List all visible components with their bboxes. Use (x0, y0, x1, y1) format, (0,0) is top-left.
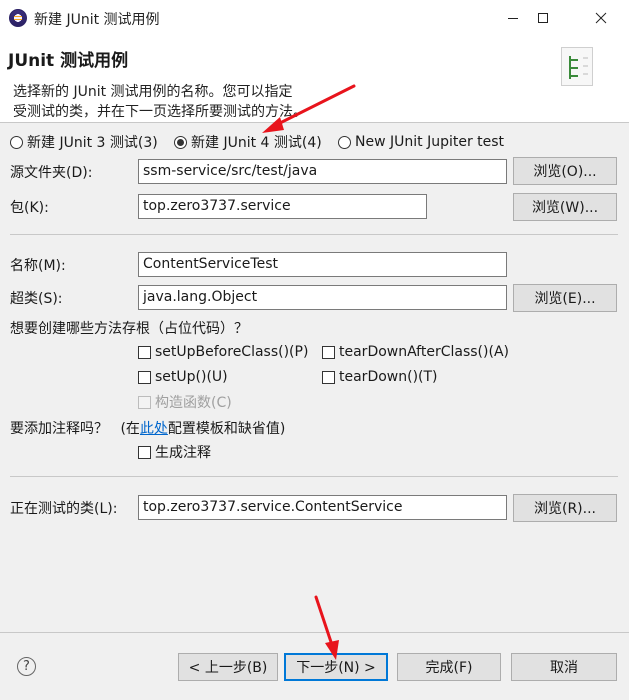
teardownafterclass-option[interactable]: tearDownAfterClass()(A) (322, 342, 509, 362)
class-under-test-input[interactable]: top.zero3737.service.ContentService (138, 495, 507, 520)
help-icon[interactable]: ? (17, 657, 36, 676)
header-divider (0, 122, 629, 123)
constructor-option: 构造函数(C) (138, 392, 232, 412)
radio-junit3-label: 新建 JUnit 3 测试(3) (27, 135, 158, 151)
class-under-test-label: 正在测试的类(L): (10, 501, 118, 517)
header-description-line1: 选择新的 JUnit 测试用例的名称。您可以指定 (13, 84, 293, 100)
cancel-button[interactable]: 取消 (511, 653, 617, 681)
teardownafterclass-checkbox[interactable] (322, 345, 335, 359)
constructor-label: 构造函数(C) (155, 395, 232, 411)
teardown-option[interactable]: tearDown()(T) (322, 367, 438, 387)
radio-junit3[interactable]: 新建 JUnit 3 测试(3) (10, 132, 158, 152)
generate-comments-label: 生成注释 (155, 445, 211, 461)
browse-package-button[interactable]: 浏览(W)... (513, 193, 617, 221)
window-title: 新建 JUnit 测试用例 (34, 12, 160, 28)
minimize-icon (508, 18, 518, 19)
radio-jupiter-indicator[interactable] (338, 135, 351, 149)
comments-hint-before: (在 (120, 421, 140, 437)
radio-junit3-indicator[interactable] (10, 135, 23, 149)
package-label: 包(K): (10, 200, 49, 216)
footer-divider (0, 632, 629, 633)
browse-superclass-button[interactable]: 浏览(E)... (513, 284, 617, 312)
section-divider-1 (10, 234, 618, 235)
maximize-icon (538, 13, 548, 23)
superclass-label: 超类(S): (10, 291, 63, 307)
generate-comments-option[interactable]: 生成注释 (138, 442, 211, 462)
maximize-button[interactable] (520, 0, 566, 36)
eclipse-icon (9, 9, 27, 27)
radio-jupiter-label: New JUnit Jupiter test (355, 134, 505, 150)
comments-question-text: 要添加注释吗？ (10, 421, 108, 437)
radio-junit4[interactable]: 新建 JUnit 4 测试(4) (174, 132, 322, 152)
close-button[interactable] (578, 0, 624, 36)
package-input[interactable]: top.zero3737.service (138, 194, 427, 219)
close-icon (595, 12, 607, 24)
generate-comments-checkbox[interactable] (138, 445, 151, 459)
finish-button[interactable]: 完成(F) (397, 653, 501, 681)
setup-checkbox[interactable] (138, 370, 151, 384)
setupbeforeclass-checkbox[interactable] (138, 345, 151, 359)
back-button[interactable]: < 上一步(B) (178, 653, 278, 681)
header-description-line2: 受测试的类，并在下一页选择所要测试的方法。 (13, 104, 307, 120)
comments-hint-after: 配置模板和缺省值) (167, 421, 286, 437)
next-button[interactable]: 下一步(N) > (284, 653, 388, 681)
name-input[interactable]: ContentServiceTest (138, 252, 507, 277)
setup-option[interactable]: setUp()(U) (138, 367, 228, 387)
stubs-question: 想要创建哪些方法存根（占位代码）？ (10, 321, 248, 337)
teardown-checkbox[interactable] (322, 370, 335, 384)
radio-junit4-indicator[interactable] (174, 135, 187, 149)
comments-question: 要添加注释吗？ (在此处配置模板和缺省值) (10, 418, 285, 438)
browse-source-folder-button[interactable]: 浏览(O)... (513, 157, 617, 185)
radio-junit4-label: 新建 JUnit 4 测试(4) (191, 135, 322, 151)
superclass-input[interactable]: java.lang.Object (138, 285, 507, 310)
setupbeforeclass-option[interactable]: setUpBeforeClass()(P) (138, 342, 308, 362)
setup-label: setUp()(U) (155, 369, 228, 385)
browse-class-under-test-button[interactable]: 浏览(R)... (513, 494, 617, 522)
setupbeforeclass-label: setUpBeforeClass()(P) (155, 344, 309, 360)
teardown-label: tearDown()(T) (339, 369, 438, 385)
radio-jupiter[interactable]: New JUnit Jupiter test (338, 132, 504, 152)
name-label: 名称(M): (10, 258, 66, 274)
junit-banner-graphic (569, 56, 588, 79)
section-divider-2 (10, 476, 618, 477)
constructor-checkbox (138, 395, 151, 409)
annotation-arrow-next (314, 595, 339, 660)
page-title: JUnit 测试用例 (8, 51, 129, 71)
source-folder-input[interactable]: ssm-service/src/test/java (138, 159, 507, 184)
junit-banner-icon (561, 47, 593, 86)
configure-templates-link[interactable]: 此处 (140, 421, 168, 437)
teardownafterclass-label: tearDownAfterClass()(A) (339, 344, 509, 360)
source-folder-label: 源文件夹(D): (10, 165, 93, 181)
